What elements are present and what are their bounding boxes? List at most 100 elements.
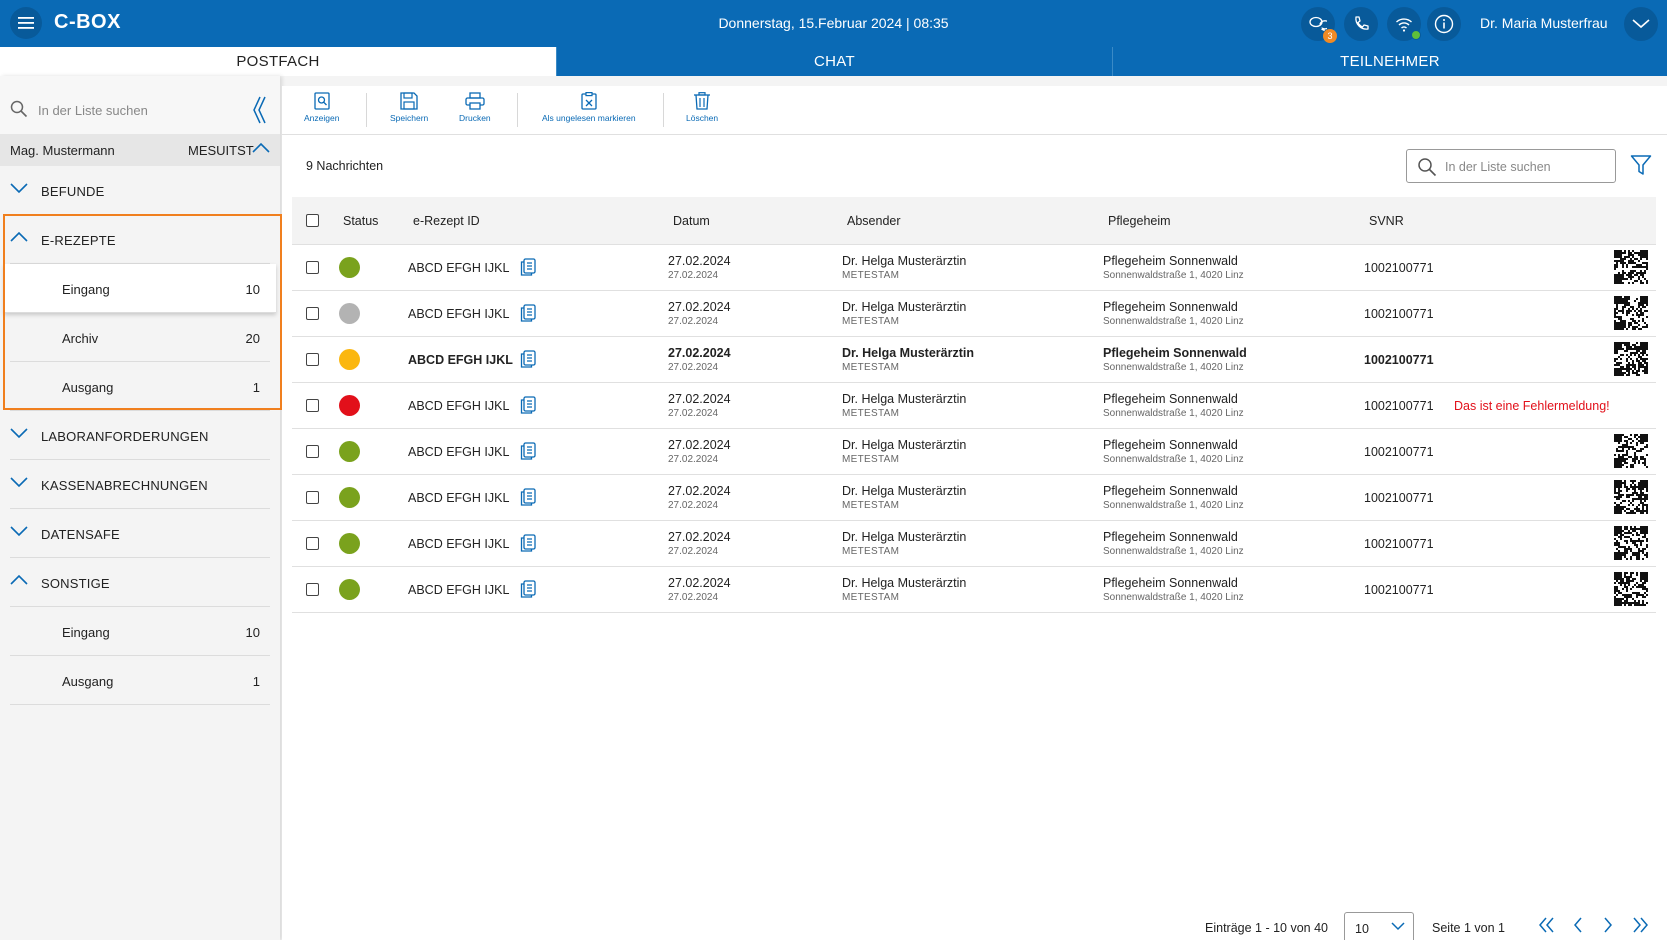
erezept-id: ABCD EFGH IJKL <box>408 399 510 413</box>
sidebar-category-laboranforderungen[interactable]: LABORANFORDERUNGEN <box>10 411 270 460</box>
qr-code-icon[interactable] <box>1614 342 1648 376</box>
sender-code: METESTAM <box>842 408 900 419</box>
row-checkbox[interactable] <box>306 491 319 504</box>
sender-name: Dr. Helga Musterärztin <box>842 484 967 498</box>
sidebar-category-kassenabrechnungen[interactable]: KASSENABRECHNUNGEN <box>10 460 270 509</box>
sidebar-item-label: Eingang <box>62 282 110 297</box>
sidebar-item-erezepte-archiv[interactable]: Archiv 20 <box>10 313 270 362</box>
prescription-document-icon[interactable] <box>520 442 536 460</box>
table-row[interactable]: ABCD EFGH IJKL 27.02.2024 27.02.2024 Dr.… <box>292 291 1656 337</box>
column-header-id[interactable]: e-Rezept ID <box>413 214 480 228</box>
column-header-svnr[interactable]: SVNR <box>1369 214 1404 228</box>
prescription-document-icon[interactable] <box>520 396 536 414</box>
prescriptions-table: Status e-Rezept ID Datum Absender Pflege… <box>292 197 1656 613</box>
care-home-name: Pflegeheim Sonnenwald <box>1103 530 1238 544</box>
care-home-address: Sonnenwaldstraße 1, 4020 Linz <box>1103 500 1244 511</box>
per-page-value: 10 <box>1355 922 1369 936</box>
mark-unread-button[interactable]: Als ungelesen markieren <box>542 92 636 132</box>
speichern-button[interactable]: Speichern <box>390 92 428 132</box>
info-button[interactable] <box>1427 7 1461 41</box>
table-row[interactable]: ABCD EFGH IJKL 27.02.2024 27.02.2024 Dr.… <box>292 245 1656 291</box>
date: 27.02.2024 <box>668 300 731 314</box>
sender-name: Dr. Helga Musterärztin <box>842 254 967 268</box>
status-indicator <box>339 257 360 278</box>
menu-button[interactable] <box>10 7 42 39</box>
row-checkbox[interactable] <box>306 445 319 458</box>
select-all-checkbox[interactable] <box>306 214 319 227</box>
list-search-input[interactable]: In der Liste suchen <box>1406 149 1616 183</box>
anzeigen-button[interactable]: Anzeigen <box>304 92 339 132</box>
collapse-sidebar-button[interactable] <box>250 94 270 126</box>
row-checkbox[interactable] <box>306 583 319 596</box>
pagination-entries: Einträge 1 - 10 von 40 <box>1205 921 1328 935</box>
trash-icon <box>694 92 711 110</box>
sidebar-search[interactable]: In der Liste suchen <box>0 76 280 134</box>
row-checkbox[interactable] <box>306 353 319 366</box>
care-home-address: Sonnenwaldstraße 1, 4020 Linz <box>1103 454 1244 465</box>
qr-code-icon[interactable] <box>1614 572 1648 606</box>
row-checkbox[interactable] <box>306 307 319 320</box>
row-checkbox[interactable] <box>306 261 319 274</box>
erezept-id: ABCD EFGH IJKL <box>408 261 510 275</box>
sidebar-category-befunde[interactable]: BEFUNDE <box>10 166 270 215</box>
connection-status-button[interactable] <box>1387 7 1421 41</box>
previous-page-button[interactable] <box>1572 916 1584 937</box>
prescription-document-icon[interactable] <box>520 488 536 506</box>
prescription-document-icon[interactable] <box>520 534 536 552</box>
user-menu-button[interactable] <box>1624 7 1658 41</box>
sidebar-category-sonstige[interactable]: SONSTIGE <box>10 558 270 607</box>
table-row[interactable]: ABCD EFGH IJKL 27.02.2024 27.02.2024 Dr.… <box>292 567 1656 613</box>
sidebar-category-datensafe[interactable]: DATENSAFE <box>10 509 270 558</box>
sidebar-user-row[interactable]: Mag. Mustermann MESUITST <box>0 134 280 166</box>
phone-button[interactable] <box>1344 7 1378 41</box>
table-row[interactable]: ABCD EFGH IJKL 27.02.2024 27.02.2024 Dr.… <box>292 337 1656 383</box>
status-indicator <box>339 487 360 508</box>
sidebar-item-sonstige-ausgang[interactable]: Ausgang 1 <box>10 656 270 705</box>
drucken-button[interactable]: Drucken <box>459 92 491 132</box>
care-home-name: Pflegeheim Sonnenwald <box>1103 576 1238 590</box>
chat-notifications-button[interactable]: 3 <box>1301 7 1337 43</box>
per-page-select[interactable]: 10 <box>1344 912 1414 940</box>
table-row[interactable]: ABCD EFGH IJKL 27.02.2024 27.02.2024 Dr.… <box>292 383 1656 429</box>
qr-code-icon[interactable] <box>1614 296 1648 330</box>
prescription-document-icon[interactable] <box>520 350 536 368</box>
sidebar-item-erezepte-eingang[interactable]: Eingang 10 <box>4 264 276 313</box>
qr-code-icon[interactable] <box>1614 434 1648 468</box>
sidebar-category-erezepte[interactable]: E-REZEPTE <box>10 215 270 264</box>
print-icon <box>465 92 485 110</box>
column-header-datum[interactable]: Datum <box>673 214 710 228</box>
sidebar-item-sonstige-eingang[interactable]: Eingang 10 <box>10 607 270 656</box>
sidebar-item-label: Ausgang <box>62 380 114 395</box>
prescription-document-icon[interactable] <box>520 304 536 322</box>
table-row[interactable]: ABCD EFGH IJKL 27.02.2024 27.02.2024 Dr.… <box>292 475 1656 521</box>
double-chevron-left-icon <box>253 96 266 124</box>
tab-teilnehmer[interactable]: TEILNEHMER <box>1112 47 1667 76</box>
svnr: 1002100771 <box>1364 353 1434 367</box>
qr-code-icon[interactable] <box>1614 526 1648 560</box>
first-page-button[interactable] <box>1538 916 1556 937</box>
qr-code-icon[interactable] <box>1614 250 1648 284</box>
prescription-document-icon[interactable] <box>520 580 536 598</box>
column-header-absender[interactable]: Absender <box>847 214 901 228</box>
tab-chat[interactable]: CHAT <box>556 47 1112 76</box>
sidebar-category-label: E-REZEPTE <box>41 233 116 248</box>
loeschen-button[interactable]: Löschen <box>686 92 718 132</box>
tab-postfach[interactable]: POSTFACH <box>0 47 556 76</box>
column-header-pflegeheim[interactable]: Pflegeheim <box>1108 214 1171 228</box>
chevron-left-icon <box>1574 917 1582 933</box>
sidebar-item-label: Archiv <box>62 331 99 346</box>
qr-code-icon[interactable] <box>1614 480 1648 514</box>
sidebar-item-erezepte-ausgang[interactable]: Ausgang 1 <box>10 362 270 411</box>
table-row[interactable]: ABCD EFGH IJKL 27.02.2024 27.02.2024 Dr.… <box>292 429 1656 475</box>
row-checkbox[interactable] <box>306 537 319 550</box>
column-header-status[interactable]: Status <box>343 214 378 228</box>
status-indicator <box>339 441 360 462</box>
table-row[interactable]: ABCD EFGH IJKL 27.02.2024 27.02.2024 Dr.… <box>292 521 1656 567</box>
care-home-address: Sonnenwaldstraße 1, 4020 Linz <box>1103 362 1244 373</box>
last-page-button[interactable] <box>1631 916 1649 937</box>
row-checkbox[interactable] <box>306 399 319 412</box>
sidebar-item-label: Ausgang <box>62 674 114 689</box>
prescription-document-icon[interactable] <box>520 258 536 276</box>
filter-button[interactable] <box>1630 154 1652 181</box>
next-page-button[interactable] <box>1602 916 1614 937</box>
